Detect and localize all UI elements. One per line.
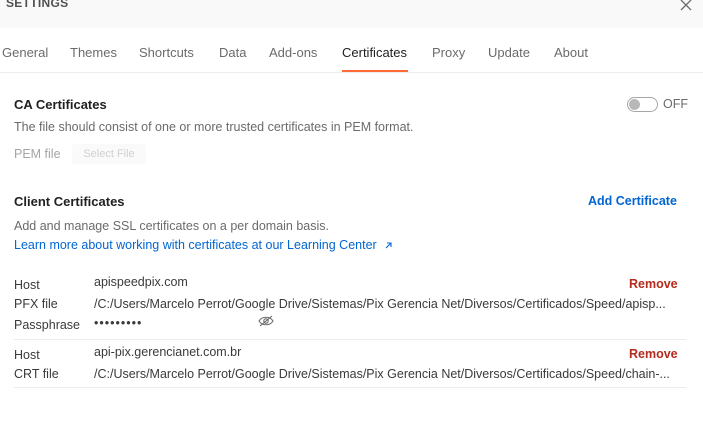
tab-proxy[interactable]: Proxy [432, 45, 465, 60]
tab-certificates[interactable]: Certificates [342, 45, 407, 60]
remove-certificate-button[interactable]: Remove [629, 277, 678, 291]
cert-passphrase-value: ••••••••• [94, 316, 143, 330]
ca-certificates-toggle[interactable] [627, 97, 658, 112]
page-title: SETTINGS [6, 0, 69, 10]
cert-file-path: /C:/Users/Marcelo Perrot/Google Drive/Si… [94, 297, 666, 311]
cert-host-value: apispeedpix.com [94, 275, 188, 289]
cert-divider [14, 339, 686, 340]
external-link-icon [385, 242, 392, 249]
tab-about[interactable]: About [554, 45, 588, 60]
tab-add-ons[interactable]: Add-ons [269, 45, 317, 60]
cert-host-label: Host [14, 278, 40, 292]
add-certificate-button[interactable]: Add Certificate [588, 194, 677, 208]
cert-file-label: CRT file [14, 367, 59, 381]
ca-certificates-heading: CA Certificates [14, 97, 107, 112]
eye-off-icon[interactable] [258, 315, 274, 327]
cert-file-path: /C:/Users/Marcelo Perrot/Google Drive/Si… [94, 367, 670, 381]
cert-host-label: Host [14, 348, 40, 362]
remove-certificate-button[interactable]: Remove [629, 347, 678, 361]
cert-divider [14, 387, 686, 388]
tab-general[interactable]: General [2, 45, 48, 60]
active-tab-indicator [342, 70, 408, 72]
cert-passphrase-label: Passphrase [14, 318, 81, 332]
ca-description: The file should consist of one or more t… [14, 120, 414, 134]
toggle-state-label: OFF [663, 97, 688, 111]
cert-file-label: PFX file [14, 297, 58, 311]
tab-themes[interactable]: Themes [70, 45, 117, 60]
learning-center-link-text: Learn more about working with certificat… [14, 238, 377, 252]
tab-update[interactable]: Update [488, 45, 530, 60]
select-file-button[interactable]: Select File [72, 144, 146, 164]
close-icon[interactable] [679, 0, 693, 12]
tab-data[interactable]: Data [219, 45, 246, 60]
learning-center-link[interactable]: Learn more about working with certificat… [14, 238, 393, 252]
client-description: Add and manage SSL certificates on a per… [14, 219, 330, 233]
client-certificates-heading: Client Certificates [14, 194, 125, 209]
toggle-knob [629, 99, 640, 110]
cert-host-value: api-pix.gerencianet.com.br [94, 345, 242, 359]
settings-tabs: General Themes Shortcuts Data Add-ons Ce… [0, 28, 703, 73]
pem-file-label: PEM file [14, 147, 61, 161]
tab-shortcuts[interactable]: Shortcuts [139, 45, 194, 60]
settings-header: SETTINGS [0, 0, 703, 28]
